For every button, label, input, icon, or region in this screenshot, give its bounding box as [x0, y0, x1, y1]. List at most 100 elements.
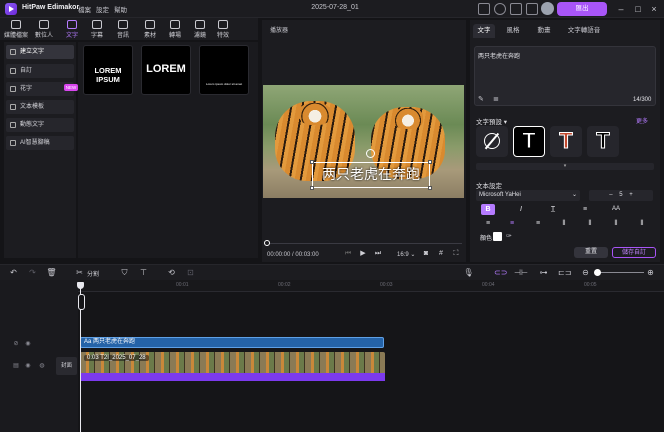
track-icon[interactable]: ⊏⊐ — [558, 267, 571, 278]
tab-text[interactable]: 文字 — [473, 24, 495, 38]
play-icon[interactable]: ▶ — [359, 250, 367, 258]
menu-file[interactable]: 檔案 — [78, 4, 91, 14]
magnet-icon[interactable]: ⊶ — [538, 267, 549, 278]
tab-text-to-speech[interactable]: 文字轉語音 — [563, 24, 605, 38]
template-lorem[interactable]: LOREM — [141, 45, 191, 95]
tab-style[interactable]: 風格 — [502, 24, 524, 38]
freeze-icon[interactable]: ⊡ — [185, 267, 196, 278]
menu-help[interactable]: 幫助 — [114, 4, 127, 14]
template-small-text[interactable]: Lorem ipsum dolor sit amet — [199, 45, 249, 95]
category-item[interactable]: 文本模板 — [6, 100, 74, 114]
prev-frame-icon[interactable]: ⏮ — [344, 250, 352, 258]
line-spacing-button[interactable]: ≡ — [578, 204, 592, 215]
valign-top-button[interactable]: ⫴ — [557, 218, 571, 229]
align-center-button[interactable]: ≡ — [505, 218, 519, 229]
help-icon[interactable] — [494, 3, 506, 15]
next-frame-icon[interactable]: ⏭ — [374, 250, 382, 258]
underline-button[interactable]: T̲ — [546, 204, 560, 215]
user-avatar[interactable] — [541, 2, 554, 15]
eyedropper-icon[interactable]: ✑ — [506, 232, 512, 240]
text-clip[interactable]: Aa 两只老虎在奔跑 — [80, 337, 384, 348]
tab-subtitle[interactable]: 字幕 — [84, 19, 110, 40]
save-custom-button[interactable]: 儲存自訂 — [612, 247, 656, 258]
zoom-slider[interactable] — [600, 272, 644, 273]
seek-knob[interactable] — [264, 240, 270, 246]
zoom-in-icon[interactable]: ⊕ — [645, 267, 656, 278]
seek-bar[interactable] — [266, 243, 462, 244]
track-mute-icon[interactable]: ◍ — [38, 362, 46, 370]
grid-icon[interactable] — [526, 3, 538, 15]
case-button[interactable]: AA — [609, 204, 623, 215]
category-item[interactable]: AI智慧腳稿 — [6, 136, 74, 150]
crop-icon[interactable]: ⟲ — [166, 267, 177, 278]
font-select[interactable]: Microsoft YaHei ⌄ — [476, 190, 580, 201]
message-icon[interactable] — [510, 3, 522, 15]
track-lock-icon[interactable]: ▤ — [12, 362, 20, 370]
split-label[interactable]: 分割 — [87, 269, 99, 278]
track-visibility-icon[interactable]: ◉ — [24, 362, 32, 370]
more-presets-link[interactable]: 更多 — [636, 116, 648, 125]
presets-expand-icon[interactable]: ▾ — [476, 163, 654, 170]
resize-handle[interactable] — [428, 186, 432, 190]
zoom-slider-knob[interactable] — [594, 269, 601, 276]
tab-transition[interactable]: 轉場 — [162, 19, 188, 40]
undo-icon[interactable]: ↶ — [8, 267, 19, 278]
microphone-icon[interactable]: 🎙 — [463, 267, 474, 278]
template-lorem-ipsum[interactable]: LOREM IPSUM — [83, 45, 133, 95]
category-item[interactable]: 動態文字 — [6, 118, 74, 132]
track-lock-icon[interactable]: ⊘ — [12, 340, 20, 348]
redo-icon[interactable]: ↷ — [27, 267, 38, 278]
time-ruler[interactable] — [78, 280, 664, 292]
export-button[interactable]: 匯出 — [557, 2, 607, 16]
text-format-icon[interactable]: ≣ — [493, 95, 499, 103]
maximize-icon[interactable]: □ — [632, 3, 644, 15]
tab-avatar-person[interactable]: 數位人 — [31, 19, 57, 40]
menu-settings[interactable]: 設定 — [96, 4, 109, 14]
tab-audio[interactable]: 音訊 — [110, 19, 136, 40]
close-icon[interactable]: × — [648, 3, 660, 15]
preset-outline-t[interactable]: T — [587, 126, 619, 157]
valign-middle-button[interactable]: ⫴ — [583, 218, 597, 229]
link-icon[interactable]: ⊂⊃ — [494, 267, 507, 278]
mask-icon[interactable]: ⛉ — [119, 267, 130, 278]
snapshot-icon[interactable]: ◙ — [422, 250, 430, 258]
zoom-out-icon[interactable]: ⊖ — [580, 267, 591, 278]
resize-handle[interactable] — [310, 186, 314, 190]
grid-guides-icon[interactable]: # — [437, 250, 445, 258]
aspect-ratio-select[interactable]: 16:9 ⌄ — [397, 251, 415, 258]
playhead-knob[interactable] — [78, 294, 85, 310]
tab-media[interactable]: 媒體檔案 — [3, 19, 29, 40]
preset-none[interactable] — [476, 126, 508, 157]
italic-button[interactable]: I — [514, 204, 528, 215]
fullscreen-icon[interactable]: ⛶ — [452, 250, 460, 258]
bold-button[interactable]: B — [481, 204, 495, 215]
preset-white-t[interactable]: T — [513, 126, 545, 157]
rotate-handle-icon[interactable] — [366, 149, 375, 158]
category-item[interactable]: 自訂 — [6, 64, 74, 78]
tab-text[interactable]: 文字 — [59, 19, 85, 40]
resize-handle[interactable] — [310, 160, 314, 164]
resize-handle[interactable] — [428, 160, 432, 164]
align-right-button[interactable]: ≡ — [531, 218, 545, 229]
playhead-handle[interactable] — [77, 282, 84, 289]
caption-text-box[interactable]: 两只老虎在奔跑 — [312, 162, 430, 188]
minimize-icon[interactable]: – — [615, 3, 627, 15]
valign-bottom-button[interactable]: ⫴ — [609, 218, 623, 229]
font-size-stepper[interactable]: – 5 + — [589, 190, 653, 201]
align-left-button[interactable]: ≡ — [481, 218, 495, 229]
tab-stock[interactable]: 素材 — [137, 19, 163, 40]
cover-button[interactable]: 封面 — [56, 357, 77, 375]
delete-icon[interactable]: 🗑 — [46, 267, 57, 278]
tab-animation[interactable]: 動畫 — [533, 24, 555, 38]
text-effect-icon[interactable]: ✎ — [478, 95, 484, 103]
text-insert-icon[interactable]: ⊤ — [138, 267, 149, 278]
category-item[interactable]: 花字 NEW — [6, 82, 78, 96]
preset-red-t[interactable]: T — [550, 126, 582, 157]
track-visibility-icon[interactable]: ◉ — [24, 340, 32, 348]
tab-effects[interactable]: 特效 — [210, 19, 236, 40]
split-icon[interactable]: ✂ — [74, 267, 85, 278]
feedback-icon[interactable] — [478, 3, 490, 15]
snap-icon[interactable]: ⊣⊢ — [514, 267, 528, 278]
distribute-button[interactable]: ⫴ — [635, 218, 649, 229]
category-item[interactable]: 建立文字 — [6, 45, 74, 59]
